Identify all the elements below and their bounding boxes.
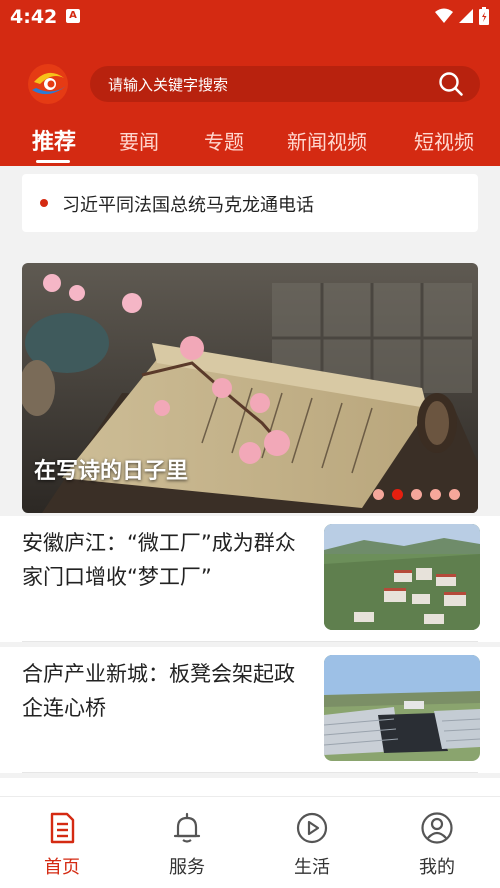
carousel-dot[interactable] — [411, 489, 422, 500]
active-tab-indicator — [36, 160, 70, 163]
ticker-bullet — [40, 199, 48, 207]
bell-icon — [173, 812, 201, 843]
carousel-indicator — [373, 489, 460, 500]
battery-icon — [479, 7, 489, 25]
news-ticker[interactable]: 习近平同法国总统马克龙通电话 — [22, 174, 478, 232]
carousel-dot[interactable] — [373, 489, 384, 500]
bottom-navigation: 首页 服务 生活 我的 — [0, 796, 500, 888]
carousel-dot[interactable] — [449, 489, 460, 500]
document-icon — [50, 812, 75, 844]
carousel-dot[interactable] — [430, 489, 441, 500]
notification-icon: A — [66, 9, 80, 23]
search-placeholder: 请输入关键字搜索 — [108, 76, 229, 94]
system-status-icons — [434, 6, 490, 26]
news-thumbnail — [324, 655, 480, 761]
nav-home[interactable]: 首页 — [22, 811, 102, 879]
nav-profile-label: 我的 — [419, 857, 455, 878]
nav-home-label: 首页 — [44, 857, 80, 878]
signal-icon — [459, 9, 473, 23]
nav-profile[interactable]: 我的 — [397, 811, 477, 879]
status-time: 4:42 — [10, 6, 58, 28]
user-icon — [421, 812, 453, 844]
wifi-icon — [435, 8, 453, 23]
play-circle-icon — [296, 812, 328, 844]
carousel-banner[interactable]: 在写诗的日子里 — [22, 263, 478, 513]
search-bar[interactable]: 请输入关键字搜索 — [90, 66, 480, 102]
news-list-item[interactable]: 安徽庐江：“微工厂”成为群众家门口增收“梦工厂” — [0, 516, 500, 642]
carousel-dot-active[interactable] — [392, 489, 403, 500]
tab-topics[interactable]: 专题 — [204, 126, 244, 155]
status-bar: 4:42 A — [0, 0, 500, 34]
channel-tabs: 推荐 要闻 专题 新闻视频 短视频 — [0, 120, 500, 166]
banner-title: 在写诗的日子里 — [34, 458, 189, 484]
ticker-headline: 习近平同法国总统马克龙通电话 — [62, 195, 314, 216]
tab-short-video[interactable]: 短视频 — [414, 126, 474, 155]
nav-life[interactable]: 生活 — [272, 811, 352, 879]
news-title: 安徽庐江：“微工厂”成为群众家门口增收“梦工厂” — [22, 531, 296, 589]
news-title: 合庐产业新城：板凳会架起政企连心桥 — [22, 662, 295, 720]
news-thumbnail — [324, 524, 480, 630]
nav-services-label: 服务 — [169, 857, 205, 878]
tab-news-video[interactable]: 新闻视频 — [287, 126, 367, 155]
nav-services[interactable]: 服务 — [147, 811, 227, 879]
news-list-item[interactable]: 合庐产业新城：板凳会架起政企连心桥 — [0, 647, 500, 773]
app-header: 4:42 A 请输入关键字搜索 推荐 要闻 专题 新闻视频 短视频 — [0, 0, 500, 166]
nav-life-label: 生活 — [294, 857, 330, 878]
tab-headlines[interactable]: 要闻 — [119, 126, 159, 155]
search-icon[interactable] — [438, 71, 464, 97]
app-logo — [28, 64, 68, 104]
divider — [22, 641, 478, 642]
divider — [22, 772, 478, 773]
tab-recommend[interactable]: 推荐 — [32, 124, 76, 156]
